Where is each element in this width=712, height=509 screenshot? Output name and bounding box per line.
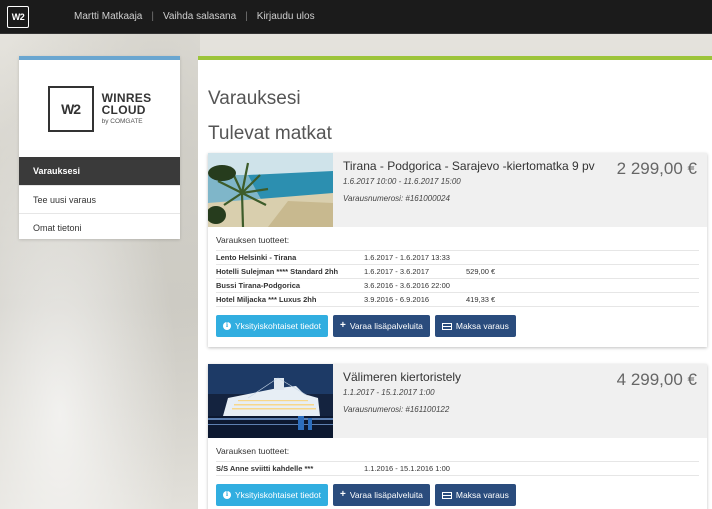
booking-number: Varausnumerosi: #161000024 bbox=[343, 194, 450, 203]
trip-body: Varauksen tuotteet: Lento Helsinki - Tir… bbox=[208, 227, 707, 347]
credit-card-icon bbox=[441, 322, 452, 330]
trip-card: Välimeren kiertoristely 1.1.2017 - 15.1.… bbox=[208, 364, 707, 509]
product-price bbox=[466, 250, 699, 265]
button-label: Varaa lisäpalveluita bbox=[349, 490, 423, 500]
product-name: S/S Anne sviitti kahdelle *** bbox=[216, 461, 364, 476]
sidebar-item-label: Tee uusi varaus bbox=[33, 194, 97, 205]
product-price bbox=[466, 461, 699, 476]
table-row: Lento Helsinki - Tirana 1.6.2017 - 1.6.2… bbox=[216, 250, 699, 265]
book-extras-button[interactable]: + Varaa lisäpalveluita bbox=[332, 484, 430, 506]
trip-actions: i Yksityiskohtaiset tiedot + Varaa lisäp… bbox=[216, 315, 699, 337]
sidebar-item-bookings[interactable]: Varauksesi bbox=[19, 157, 180, 185]
sidebar-item-new-booking[interactable]: Tee uusi varaus bbox=[19, 185, 180, 213]
sidebar-item-label: Omat tietoni bbox=[33, 222, 82, 233]
user-name-link[interactable]: Martti Matkaaja bbox=[74, 11, 142, 22]
nav-separator: | bbox=[245, 11, 248, 22]
products-table: Lento Helsinki - Tirana 1.6.2017 - 1.6.2… bbox=[216, 250, 699, 307]
logout-link[interactable]: Kirjaudu ulos bbox=[257, 11, 315, 22]
page-title: Varauksesi bbox=[208, 88, 301, 109]
trip-price: 4 299,00 € bbox=[616, 370, 697, 389]
booking-number: Varausnumerosi: #161100122 bbox=[343, 405, 450, 414]
top-nav: Martti Matkaaja | Vaihda salasana | Kirj… bbox=[74, 11, 315, 22]
plus-icon: + bbox=[339, 320, 346, 331]
brand-text: WINRES CLOUD by COMGATE bbox=[102, 92, 152, 126]
brand-sub: by COMGATE bbox=[101, 117, 143, 125]
button-label: Varaa lisäpalveluita bbox=[349, 321, 423, 331]
change-password-link[interactable]: Vaihda salasana bbox=[163, 11, 236, 22]
table-row: S/S Anne sviitti kahdelle *** 1.1.2016 -… bbox=[216, 461, 699, 476]
app-logo-text: W2 bbox=[11, 11, 25, 22]
sidebar-item-my-info[interactable]: Omat tietoni bbox=[19, 213, 180, 241]
button-label: Maksa varaus bbox=[455, 490, 509, 500]
book-extras-button[interactable]: + Varaa lisäpalveluita bbox=[332, 315, 430, 337]
trip-card: Tirana - Podgorica - Sarajevo -kiertomat… bbox=[208, 153, 707, 347]
credit-card-icon bbox=[441, 491, 452, 499]
brand-name-line2: CLOUD bbox=[101, 102, 146, 117]
pay-button[interactable]: Maksa varaus bbox=[434, 315, 516, 337]
brand-logo: W2 WINRES CLOUD by COMGATE bbox=[19, 60, 180, 157]
product-name: Hotelli Sulejman **** Standard 2hh bbox=[216, 264, 364, 279]
plus-icon: + bbox=[339, 489, 346, 500]
sidebar: W2 WINRES CLOUD by COMGATE Varauksesi Te… bbox=[19, 56, 180, 239]
product-dates: 1.6.2017 - 3.6.2017 bbox=[364, 264, 466, 279]
section-title: Tulevat matkat bbox=[208, 123, 332, 144]
products-label: Varauksen tuotteet: bbox=[216, 446, 290, 456]
brand-mark: W2 bbox=[47, 85, 94, 132]
brand-name-line1: WINRES bbox=[101, 90, 152, 105]
details-button[interactable]: i Yksityiskohtaiset tiedot bbox=[216, 484, 328, 506]
product-price: 529,00 € bbox=[466, 264, 699, 279]
trip-header: Välimeren kiertoristely 1.1.2017 - 15.1.… bbox=[208, 364, 707, 438]
button-label: Yksityiskohtaiset tiedot bbox=[235, 490, 321, 500]
product-dates: 1.6.2017 - 1.6.2017 13:33 bbox=[364, 250, 466, 265]
table-row: Bussi Tirana-Podgorica 3.6.2016 - 3.6.20… bbox=[216, 278, 699, 293]
trip-image-beach bbox=[208, 153, 333, 227]
product-dates: 3.9.2016 - 6.9.2016 bbox=[364, 292, 466, 307]
top-bar: W2 Martti Matkaaja | Vaihda salasana | K… bbox=[0, 0, 712, 34]
product-price: 419,33 € bbox=[466, 292, 699, 307]
product-dates: 3.6.2016 - 3.6.2016 22:00 bbox=[364, 278, 466, 293]
brand-mark-text: W2 bbox=[61, 100, 81, 117]
trip-body: Varauksen tuotteet: S/S Anne sviitti kah… bbox=[208, 438, 707, 509]
product-price bbox=[466, 278, 699, 293]
button-label: Yksityiskohtaiset tiedot bbox=[235, 321, 321, 331]
table-row: Hotelli Sulejman **** Standard 2hh 1.6.2… bbox=[216, 264, 699, 279]
trip-header: Tirana - Podgorica - Sarajevo -kiertomat… bbox=[208, 153, 707, 227]
info-icon: i bbox=[223, 491, 231, 499]
trip-image-cruise bbox=[208, 364, 333, 438]
info-icon: i bbox=[223, 322, 231, 330]
details-button[interactable]: i Yksityiskohtaiset tiedot bbox=[216, 315, 328, 337]
app-logo[interactable]: W2 bbox=[7, 5, 29, 28]
trip-actions: i Yksityiskohtaiset tiedot + Varaa lisäp… bbox=[216, 484, 699, 506]
main-content: Varauksesi Tulevat matkat Tirana - Podgo… bbox=[198, 56, 712, 509]
button-label: Maksa varaus bbox=[455, 321, 509, 331]
products-label: Varauksen tuotteet: bbox=[216, 235, 290, 245]
product-name: Hotel Miljacka *** Luxus 2hh bbox=[216, 292, 364, 307]
product-dates: 1.1.2016 - 15.1.2016 1:00 bbox=[364, 461, 466, 476]
trip-price: 2 299,00 € bbox=[616, 159, 697, 178]
nav-separator: | bbox=[151, 11, 154, 22]
sidebar-item-label: Varauksesi bbox=[33, 166, 81, 176]
product-name: Lento Helsinki - Tirana bbox=[216, 250, 364, 265]
products-table: S/S Anne sviitti kahdelle *** 1.1.2016 -… bbox=[216, 461, 699, 476]
table-row: Hotel Miljacka *** Luxus 2hh 3.9.2016 - … bbox=[216, 292, 699, 307]
pay-button[interactable]: Maksa varaus bbox=[434, 484, 516, 506]
product-name: Bussi Tirana-Podgorica bbox=[216, 278, 364, 293]
